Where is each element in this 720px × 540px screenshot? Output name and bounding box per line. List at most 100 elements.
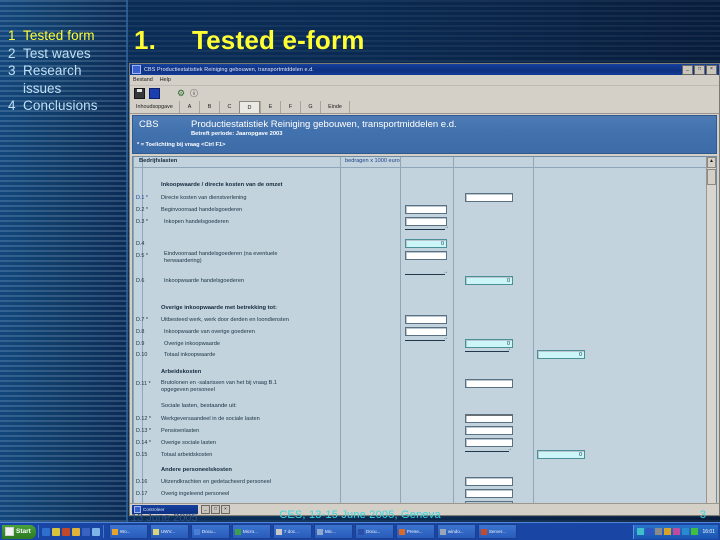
row-label: Brutolonen en -salarissen van het bij vr… bbox=[161, 380, 277, 386]
network-icon[interactable] bbox=[637, 528, 645, 535]
sidebar-item-conclusions[interactable]: 4 Conclusions bbox=[8, 97, 126, 115]
refresh-icon[interactable] bbox=[91, 527, 100, 536]
row-code: D.11 * bbox=[136, 381, 151, 387]
field-d16[interactable] bbox=[465, 477, 513, 486]
tab-b[interactable]: B bbox=[199, 101, 219, 113]
page-title-text: Tested e-form bbox=[192, 25, 365, 55]
field-d11[interactable] bbox=[465, 379, 513, 388]
field-d17[interactable] bbox=[465, 489, 513, 498]
row-label: Totaal arbeidskosten bbox=[161, 452, 213, 458]
minimize-button[interactable]: _ bbox=[682, 64, 693, 75]
field-d13[interactable] bbox=[465, 426, 513, 435]
taskbar-task-list: Wo... UWV... Docu... Micro... 7 doc... M… bbox=[108, 524, 632, 539]
start-button[interactable]: Start bbox=[2, 524, 36, 539]
taskbar-task[interactable]: windo... bbox=[436, 524, 476, 539]
taskbar-task[interactable]: Wo... bbox=[108, 524, 148, 539]
tab-d[interactable]: D bbox=[239, 101, 260, 113]
form-grid: Bedrijfslasten bedragen x 1000 euro Inko… bbox=[132, 156, 717, 515]
save-icon[interactable] bbox=[134, 88, 145, 99]
grid-units-label: bedragen x 1000 euro bbox=[345, 158, 400, 164]
tab-f[interactable]: F bbox=[280, 101, 300, 113]
field-d8[interactable] bbox=[405, 327, 447, 336]
task-icon bbox=[234, 528, 241, 535]
key-icon[interactable] bbox=[664, 528, 672, 535]
gear-icon[interactable]: ⚙ bbox=[177, 89, 186, 98]
scrollbar-thumb[interactable] bbox=[707, 169, 716, 185]
row-label: Eindvoorraad handelsgoederen (na eventue… bbox=[164, 251, 278, 257]
field-d2[interactable] bbox=[405, 205, 447, 214]
field-d7[interactable] bbox=[405, 315, 447, 324]
field-d3[interactable] bbox=[405, 217, 447, 226]
field-d12[interactable] bbox=[465, 414, 513, 423]
sidebar-item-number: 1 bbox=[8, 28, 16, 43]
start-button-label: Start bbox=[16, 528, 31, 535]
taskbar-task[interactable]: 7 doc... bbox=[272, 524, 312, 539]
form-help-note: * = Toelichting bij vraag <Ctrl F1> bbox=[137, 142, 226, 148]
sidebar-item-test-waves[interactable]: 2 Test waves bbox=[8, 45, 126, 63]
grid-section-label: Bedrijfslasten bbox=[139, 158, 178, 164]
tab-e[interactable]: E bbox=[260, 101, 280, 113]
task-icon bbox=[357, 528, 364, 535]
task-label: Docu... bbox=[365, 529, 381, 534]
ie-icon[interactable] bbox=[41, 527, 50, 536]
section-heading-inkoopwaarde: Inkoopwaarde / directe kosten van de omz… bbox=[161, 182, 283, 188]
taskbar-task[interactable]: Mic... bbox=[313, 524, 353, 539]
shield-icon[interactable] bbox=[646, 528, 654, 535]
sidebar-item-research-issues[interactable]: 3 Research bbox=[8, 62, 126, 80]
grid-scrollbar[interactable]: ▲ ▼ bbox=[706, 157, 716, 515]
task-label: Mic... bbox=[324, 529, 336, 534]
row-code: D.13 * bbox=[136, 428, 151, 434]
close-button[interactable]: × bbox=[706, 64, 717, 75]
form-org-label: CBS bbox=[139, 119, 159, 130]
taskbar-task[interactable]: UWV... bbox=[149, 524, 189, 539]
subtotal-rule bbox=[405, 229, 445, 230]
menu-item-help[interactable]: Help bbox=[160, 77, 171, 83]
green-icon[interactable] bbox=[691, 528, 699, 535]
page-title-number: 1. bbox=[134, 25, 157, 55]
taskbar-clock: 16:01 bbox=[702, 528, 715, 535]
tab-einde[interactable]: Einde bbox=[320, 101, 350, 113]
row-code: D.12 * bbox=[136, 416, 151, 422]
media-icon[interactable] bbox=[61, 527, 70, 536]
taskbar-task[interactable]: Docu... bbox=[190, 524, 230, 539]
mail-icon[interactable] bbox=[51, 527, 60, 536]
subtotal-arrow: → bbox=[443, 269, 448, 275]
field-d1[interactable] bbox=[465, 193, 513, 202]
field-d5[interactable] bbox=[405, 251, 447, 260]
row-code: D.4 bbox=[136, 241, 145, 247]
sidebar-item-tested-form[interactable]: 1 Tested form bbox=[8, 27, 126, 45]
subtotal-arrow: → bbox=[444, 224, 449, 230]
menu-item-bestand[interactable]: Bestand bbox=[133, 77, 153, 83]
footer-page-number: 3 bbox=[699, 509, 706, 521]
application-icon bbox=[132, 65, 141, 74]
info-icon[interactable]: ⓘ bbox=[190, 89, 199, 98]
slide: 1 Tested form 2 Test waves 3 Research is… bbox=[0, 0, 720, 540]
field-d14[interactable] bbox=[465, 438, 513, 447]
scroll-up-button[interactable]: ▲ bbox=[707, 157, 716, 168]
battery-icon[interactable] bbox=[673, 528, 681, 535]
taskbar-task[interactable]: Server... bbox=[477, 524, 517, 539]
row-label: Directe kosten van dienstverlening bbox=[161, 195, 247, 201]
field-d10: 0 bbox=[537, 350, 585, 359]
taskbar-task[interactable]: Docu... bbox=[354, 524, 394, 539]
maximize-button[interactable]: □ bbox=[694, 64, 705, 75]
tab-g[interactable]: G bbox=[300, 101, 320, 113]
page-title: 1. Tested e-form bbox=[134, 25, 365, 56]
row-code: D.5 * bbox=[136, 253, 148, 259]
word-icon[interactable] bbox=[81, 527, 90, 536]
explorer-icon[interactable] bbox=[71, 527, 80, 536]
form-grid-viewport: Bedrijfslasten bedragen x 1000 euro Inko… bbox=[133, 157, 706, 515]
tab-inhoudsopgave[interactable]: Inhoudsopgave bbox=[133, 101, 179, 113]
quick-launch-bar bbox=[37, 525, 104, 538]
tab-a[interactable]: A bbox=[179, 101, 199, 113]
tab-c[interactable]: C bbox=[219, 101, 239, 113]
monitor-icon[interactable] bbox=[682, 528, 690, 535]
row-label: Inkoopwaarde handelsgoederen bbox=[164, 278, 244, 284]
row-label: Overige inkoopwaarde bbox=[164, 341, 220, 347]
taskbar-task[interactable]: Prese... bbox=[395, 524, 435, 539]
volume-icon[interactable] bbox=[655, 528, 663, 535]
taskbar-task[interactable]: Micro... bbox=[231, 524, 271, 539]
scrollbar-track[interactable] bbox=[707, 185, 716, 507]
export-icon[interactable] bbox=[149, 88, 160, 99]
task-label: 7 doc... bbox=[283, 529, 299, 534]
